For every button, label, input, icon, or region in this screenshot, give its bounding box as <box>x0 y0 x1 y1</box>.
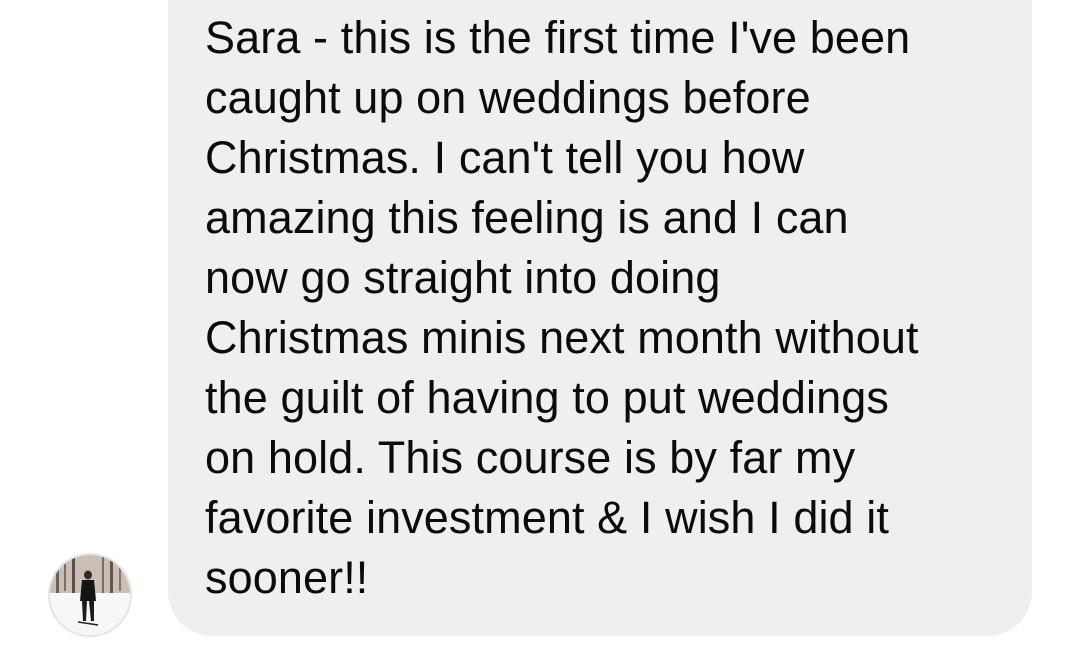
sender-avatar[interactable] <box>48 553 132 637</box>
message-text: Sara - this is the first time I've been … <box>205 12 919 603</box>
chat-thread: Sara - this is the first time I've been … <box>0 0 1088 654</box>
avatar-photo-icon <box>50 555 130 635</box>
